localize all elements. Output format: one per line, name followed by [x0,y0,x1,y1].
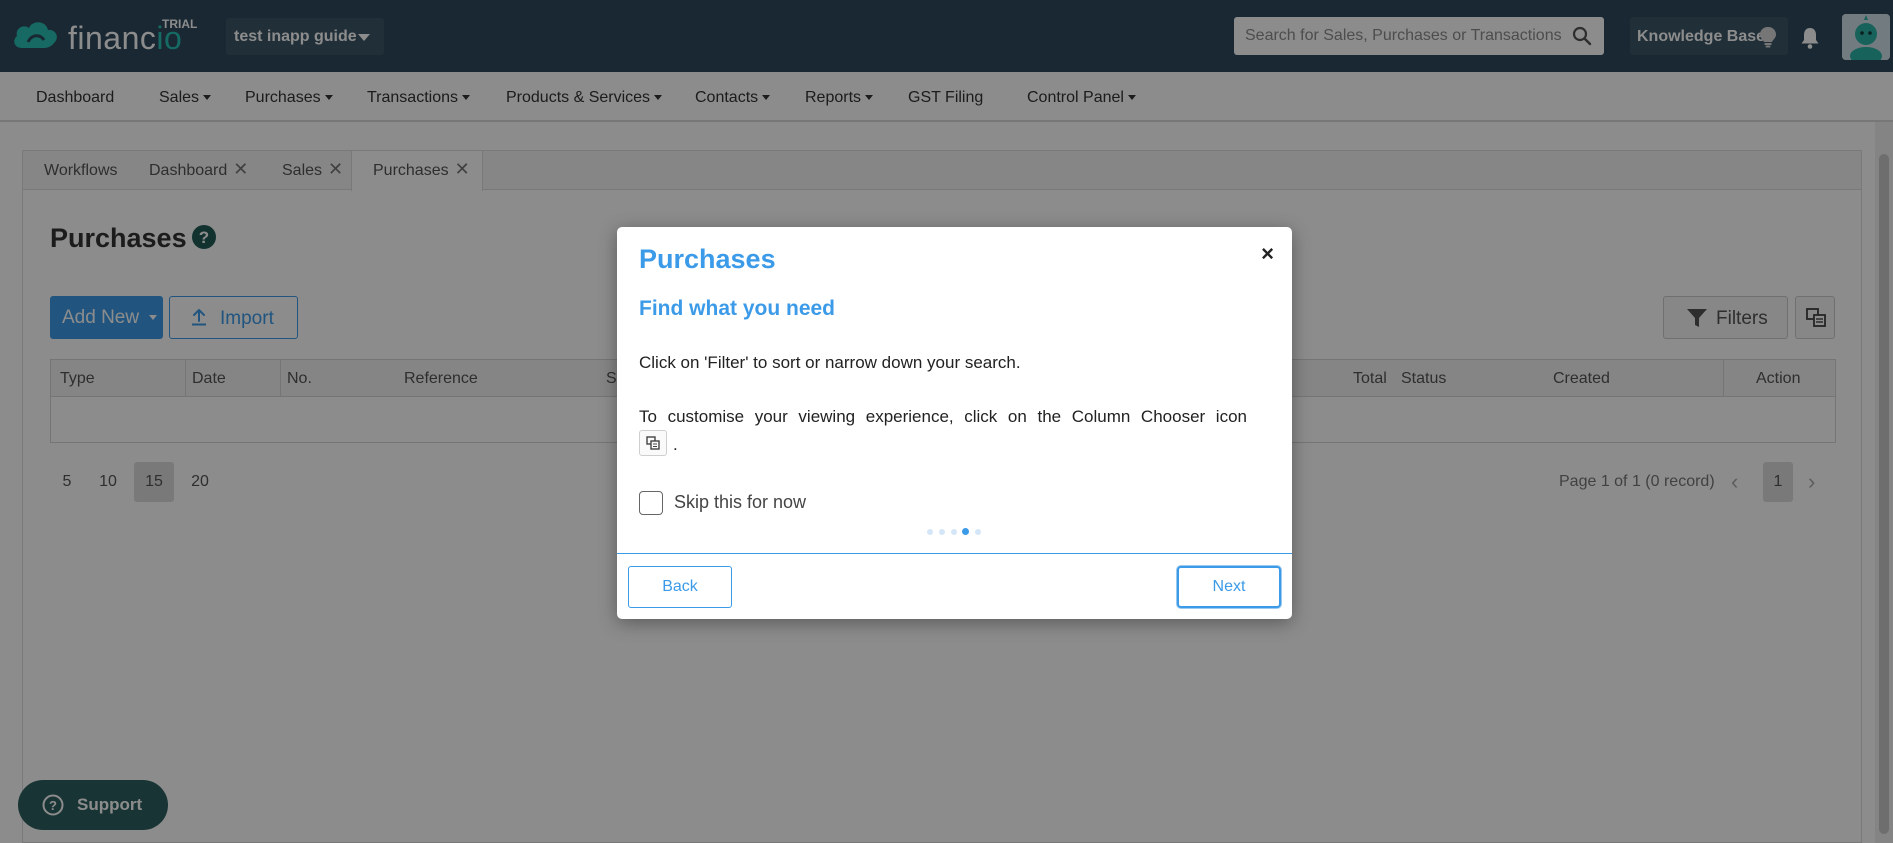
step-dot[interactable] [927,529,933,535]
skip-checkbox[interactable] [639,491,663,515]
step-dot[interactable] [951,529,957,535]
back-button[interactable]: Back [628,566,732,608]
modal-divider [617,553,1292,554]
modal-title: Purchases [639,244,776,274]
step-dot[interactable] [975,529,981,535]
next-button[interactable]: Next [1177,566,1281,608]
close-icon[interactable]: × [1261,241,1274,267]
step-indicator [927,528,983,536]
modal-column-instructions: To customise your viewing experience, cl… [639,407,1247,426]
step-dot-active[interactable] [962,528,969,535]
column-chooser-inline-icon [639,430,667,456]
column-chooser-icon [646,436,660,450]
modal-subtitle: Find what you need [639,297,836,320]
modal-filter-instructions: Click on 'Filter' to sort or narrow down… [639,353,1021,372]
inapp-guide-modal: Purchases × Find what you need Click on … [617,227,1292,619]
step-dot[interactable] [939,529,945,535]
sentence-period: . [673,435,678,454]
skip-label[interactable]: Skip this for now [674,492,806,513]
